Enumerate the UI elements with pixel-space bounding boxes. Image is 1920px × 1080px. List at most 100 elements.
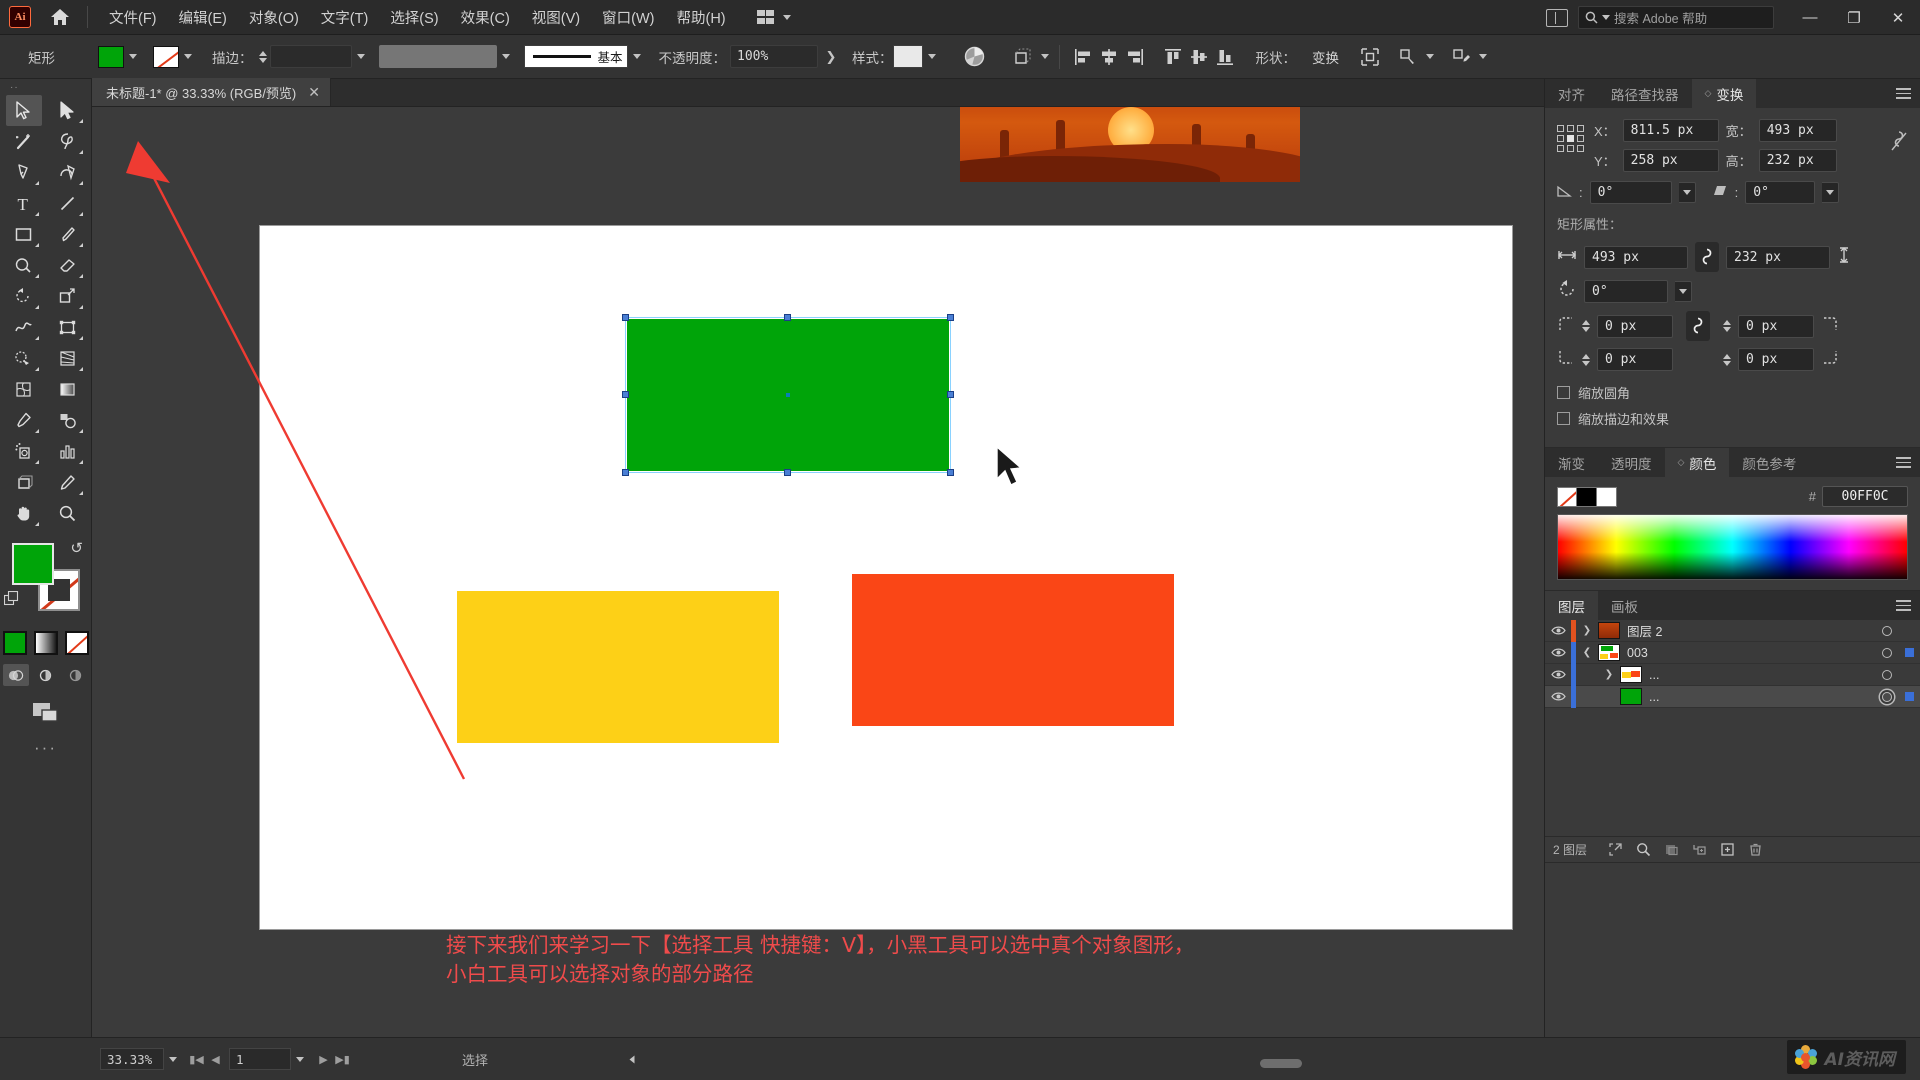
chevron-down-icon[interactable]	[632, 54, 641, 59]
corner-br-stepper[interactable]	[1723, 353, 1731, 366]
visibility-toggle-icon[interactable]	[1545, 691, 1571, 702]
arrange-documents-button[interactable]	[751, 6, 798, 28]
recolor-artwork-icon[interactable]	[962, 44, 988, 70]
column-graph-tool[interactable]	[50, 436, 86, 467]
stroke-color-control[interactable]	[153, 45, 192, 68]
zoom-level-input[interactable]: 33.33%	[100, 1048, 164, 1070]
collapse-layer-icon[interactable]: ❮	[1576, 647, 1598, 658]
horizontal-scrollbar[interactable]	[420, 1059, 1480, 1068]
menu-file[interactable]: 文件(F)	[98, 1, 168, 34]
stroke-profile-selector[interactable]: 基本	[523, 45, 628, 68]
curvature-tool[interactable]	[50, 157, 86, 188]
draw-inside-icon[interactable]	[63, 664, 89, 686]
zoom-tool[interactable]	[50, 498, 86, 529]
page-dropdown-icon[interactable]	[296, 1056, 304, 1062]
panel-menu-icon[interactable]	[1896, 448, 1911, 477]
table-row[interactable]: ❯ 图层 2	[1545, 619, 1920, 642]
edit-toolbar-more-button[interactable]: ···	[0, 738, 91, 758]
perspective-grid-tool[interactable]	[50, 343, 86, 374]
locate-object-icon[interactable]	[1601, 837, 1629, 863]
menu-view[interactable]: 视图(V)	[521, 1, 591, 34]
layer-name[interactable]: ...	[1649, 668, 1876, 682]
fill-color-swatch[interactable]	[12, 543, 54, 585]
align-bottom-icon[interactable]	[1212, 44, 1238, 70]
close-button[interactable]: ✕	[1876, 0, 1920, 35]
align-center-horizontal-icon[interactable]	[1096, 44, 1122, 70]
next-page-icon[interactable]: ▶	[314, 1048, 333, 1070]
chevron-down-icon[interactable]	[1426, 54, 1434, 59]
eyedropper-tool[interactable]	[6, 405, 42, 436]
transform-shape-icon[interactable]	[1010, 44, 1036, 70]
rect-rotation-input[interactable]: 0°	[1584, 280, 1668, 303]
hex-input[interactable]: 00FF0C	[1822, 486, 1908, 507]
mesh-tool[interactable]	[6, 374, 42, 405]
desert-image-object[interactable]	[960, 107, 1300, 182]
chevron-down-icon[interactable]	[927, 54, 936, 59]
make-clipping-mask-icon[interactable]	[1657, 837, 1685, 863]
create-new-layer-icon[interactable]	[1713, 837, 1741, 863]
fill-swatch[interactable]	[98, 45, 124, 68]
constrain-proportions-icon[interactable]	[1890, 119, 1908, 158]
align-top-icon[interactable]	[1160, 44, 1186, 70]
layer-name[interactable]: 003	[1627, 646, 1876, 660]
last-page-icon[interactable]: ▶▮	[333, 1048, 352, 1070]
gradient-fill-button[interactable]	[33, 631, 58, 655]
target-indicator[interactable]	[1876, 669, 1898, 680]
draw-behind-icon[interactable]	[33, 664, 59, 686]
visibility-toggle-icon[interactable]	[1545, 625, 1571, 636]
corner-tl-stepper[interactable]	[1582, 320, 1590, 332]
shear-angle-dropdown[interactable]	[1822, 182, 1840, 203]
corner-tr-stepper[interactable]	[1723, 320, 1731, 332]
corner-tl-input[interactable]: 0 px	[1597, 314, 1673, 338]
home-icon[interactable]	[47, 4, 73, 30]
tab-artboards[interactable]: 画板	[1598, 591, 1651, 620]
select-similar-icon[interactable]	[1395, 44, 1421, 70]
chevron-down-icon[interactable]	[356, 54, 365, 59]
swap-fill-stroke-icon[interactable]: ↺	[70, 539, 83, 557]
first-page-icon[interactable]: ▮◀	[187, 1048, 206, 1070]
color-spectrum-ramp[interactable]	[1557, 514, 1908, 580]
align-center-vertical-icon[interactable]	[1186, 44, 1212, 70]
target-indicator[interactable]	[1876, 625, 1898, 636]
create-sublayer-icon[interactable]	[1685, 837, 1713, 863]
stroke-weight-stepper[interactable]	[258, 50, 267, 63]
rotate-tool[interactable]	[6, 281, 42, 312]
edit-toolbar-icon[interactable]	[1448, 44, 1474, 70]
artboard-tool[interactable]	[6, 467, 42, 498]
layer-name[interactable]: ...	[1649, 690, 1876, 704]
visibility-toggle-icon[interactable]	[1545, 669, 1571, 680]
change-screen-mode-button[interactable]	[0, 700, 91, 724]
pen-tool[interactable]	[6, 157, 42, 188]
chevron-down-icon[interactable]	[1479, 54, 1487, 59]
width-tool[interactable]	[6, 312, 42, 343]
menu-edit[interactable]: 编辑(E)	[168, 1, 238, 34]
document-tab[interactable]: 未标题-1* @ 33.33% (RGB/预览) ✕	[92, 78, 331, 106]
delete-selection-icon[interactable]	[1741, 837, 1769, 863]
draw-normal-icon[interactable]	[2, 664, 29, 686]
table-row[interactable]: ❮ 003	[1545, 641, 1920, 664]
stroke-weight-field[interactable]	[269, 45, 352, 68]
selection-tool[interactable]	[5, 95, 42, 126]
opacity-options-icon[interactable]: ❯	[818, 44, 844, 70]
search-icon[interactable]	[1629, 837, 1657, 863]
scale-corners-checkbox[interactable]	[1557, 386, 1570, 399]
chevron-down-icon[interactable]	[1040, 54, 1049, 59]
none-swatch[interactable]	[1557, 486, 1577, 507]
workspace-switcher-icon[interactable]	[1546, 8, 1568, 27]
expand-layer-icon[interactable]: ❯	[1576, 625, 1598, 636]
search-input[interactable]: 搜索 Adobe 帮助	[1578, 6, 1774, 29]
artboard[interactable]: 接下来我们来学习一下【选择工具 快捷键：V】，小黑工具可以选中真个对象图形， 小…	[260, 226, 1512, 986]
menu-object[interactable]: 对象(O)	[238, 1, 310, 34]
rotate-angle-dropdown[interactable]	[1678, 182, 1696, 203]
panel-menu-icon[interactable]	[1896, 591, 1911, 620]
rect-height-input[interactable]: 232 px	[1726, 245, 1830, 269]
zoom-dropdown-icon[interactable]	[169, 1056, 177, 1062]
variable-width-profile-field[interactable]	[378, 45, 497, 68]
rectangle-tool[interactable]	[6, 219, 42, 250]
link-rect-dimensions-icon[interactable]	[1695, 242, 1719, 272]
symbol-sprayer-tool[interactable]	[6, 436, 42, 467]
black-swatch[interactable]	[1577, 486, 1597, 507]
scale-strokes-checkbox-row[interactable]: 缩放描边和效果	[1557, 409, 1908, 428]
rotate-angle-input[interactable]: 0°	[1589, 181, 1672, 204]
previous-page-icon[interactable]: ◀	[206, 1048, 225, 1070]
